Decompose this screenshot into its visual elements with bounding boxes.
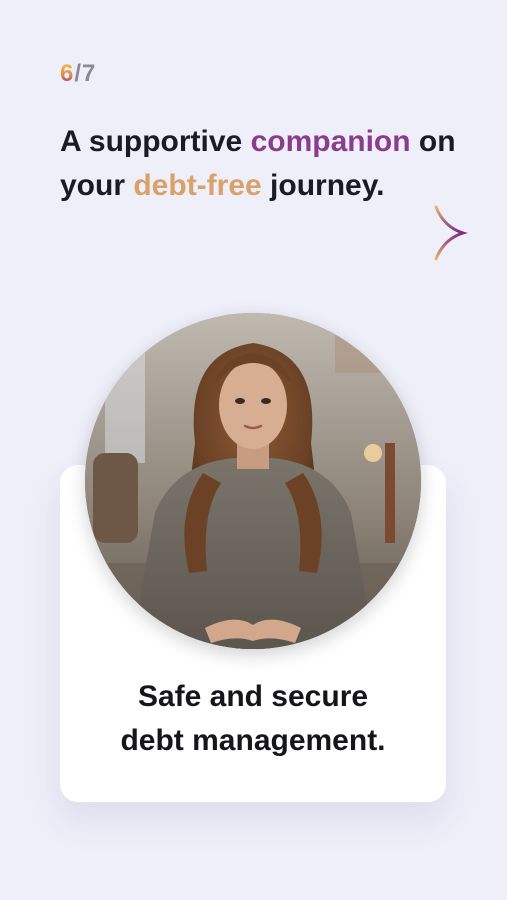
current-step: 6 [60,60,75,87]
title-highlight-companion: companion [250,125,411,158]
title-part-1: A supportive [60,125,251,158]
card-caption: Safe and secure debt management. [60,675,446,763]
page-title: A supportive companion on your debt-free… [60,120,505,208]
total-steps: 7 [82,60,97,87]
step-counter: 6/7 [60,60,96,88]
woman-portrait-image [85,313,421,649]
caption-line-1: Safe and secure [137,680,369,713]
caption-line-2: debt management. [120,724,386,757]
title-part-3: journey. [261,169,385,202]
arrow-right-icon[interactable] [80,205,470,270]
title-highlight-debt-free: debt-free [133,169,262,202]
step-separator: / [74,60,83,87]
